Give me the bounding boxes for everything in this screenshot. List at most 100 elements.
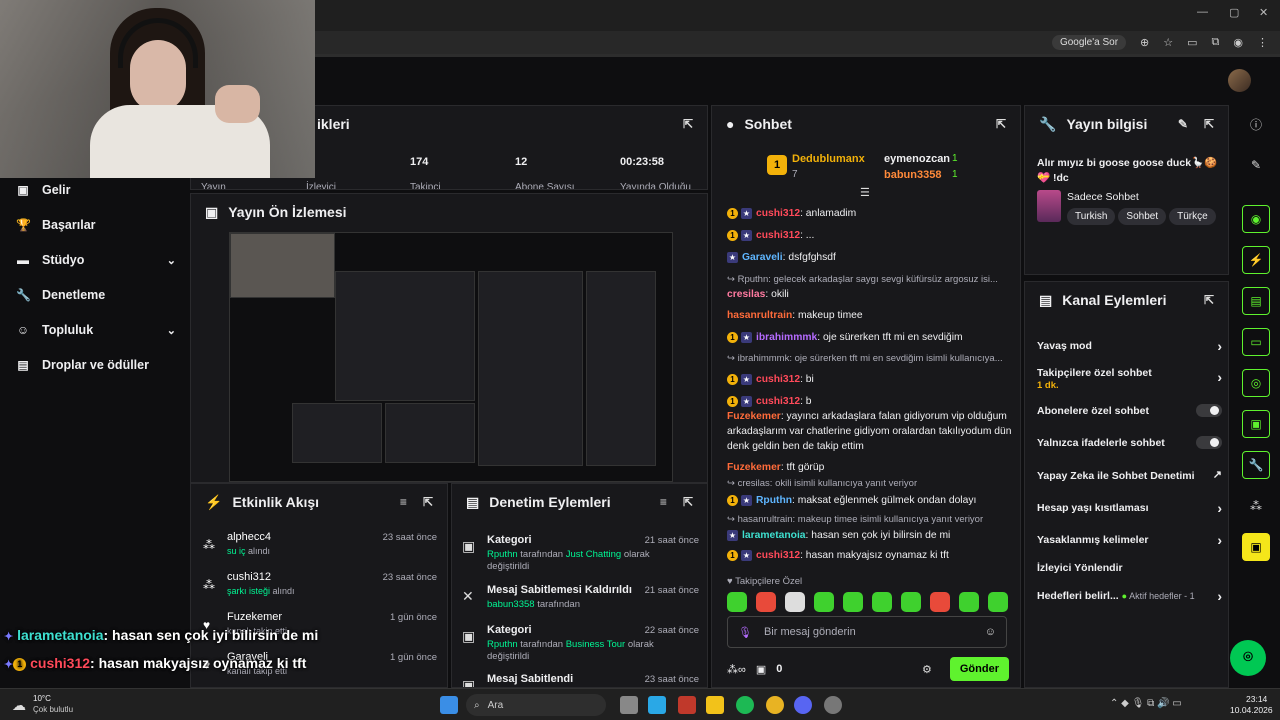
close-icon[interactable]: ✕ [1259, 6, 1268, 19]
profile-icon[interactable]: ◉ [1233, 36, 1243, 49]
tray-icons[interactable]: ⌃ ◆ 🎙 ⧉ 🔊 ▭ [1110, 698, 1182, 709]
chat-reply[interactable]: ↪ ibrahimmmk: oje sürerken tft mi en sev… [727, 351, 1012, 366]
tag[interactable]: Sohbet [1118, 208, 1167, 225]
chat-username[interactable]: cresilas [727, 289, 765, 300]
chat-message[interactable]: 1 ★ ibrahimmmk: oje sürerken tft mi en sev… [727, 330, 1012, 345]
subscribers-only-chat[interactable]: Abonelere özel sohbet [1037, 404, 1222, 417]
chat-username[interactable]: Rputhn [756, 495, 792, 506]
chat-reply[interactable]: ↪ cresilas: okili isimli kullanıcıya yan… [727, 476, 1012, 491]
emote-icon[interactable] [988, 592, 1008, 612]
emote-icon[interactable] [785, 592, 805, 612]
filter-icon[interactable]: ≡ [400, 495, 407, 509]
chat-message[interactable]: 1 ★ cushi312: bi [727, 372, 1012, 387]
windows-start-icon[interactable] [440, 696, 458, 714]
bolt-icon[interactable]: ⚡ [1242, 246, 1270, 274]
chat-username[interactable]: larametanoia [742, 530, 806, 541]
google-ask-button[interactable]: Google'a Sor [1051, 35, 1127, 50]
maximize-icon[interactable]: ▢ [1229, 6, 1239, 19]
app-extension-icon[interactable]: ▣ [1242, 533, 1270, 561]
user-avatar[interactable] [1228, 69, 1251, 92]
chat-username[interactable]: cushi312 [756, 374, 800, 385]
discord-icon[interactable] [794, 696, 812, 714]
chat-username[interactable]: cushi312 [756, 396, 800, 407]
sidebar-item-studio[interactable]: ▬ Stüdyo ⌄ [16, 253, 176, 267]
clip-icon[interactable]: ◉ [1242, 205, 1270, 233]
folder-icon[interactable] [706, 696, 724, 714]
emote-icon[interactable] [814, 592, 834, 612]
send-button[interactable]: Gönder [949, 657, 1009, 681]
chat-input[interactable]: 🎙 Bir mesaj gönderin ☺ [727, 616, 1007, 648]
followers-only-chat[interactable]: Takipçilere özel sohbet 1 dk. › [1037, 367, 1222, 391]
stream-preview-video[interactable] [229, 232, 673, 482]
emote-icon[interactable] [872, 592, 892, 612]
chat-message[interactable]: cresilas: okili [727, 287, 1012, 302]
notes-icon[interactable]: ▤ [1242, 287, 1270, 315]
popout-icon[interactable]: ⇱ [1204, 117, 1214, 131]
sidebar-item-revenue[interactable]: ▣ Gelir [16, 183, 176, 197]
banned-words[interactable]: Yasaklanmış kelimeler › [1037, 532, 1222, 548]
raid-viewers[interactable]: İzleyici Yönlendir [1037, 562, 1222, 574]
broadcast-icon[interactable]: ◎ [1242, 369, 1270, 397]
points-icon[interactable]: ⁂ [1242, 492, 1270, 520]
collapse-icon[interactable]: ☰ [860, 186, 870, 199]
emote-icon[interactable] [843, 592, 863, 612]
chat-message-list[interactable]: 1 ★ cushi312: anlamadim 1 ★ cushi312: ... ★ Gar… [712, 206, 1020, 576]
chat-icon[interactable]: ▭ [1242, 328, 1270, 356]
bookmark-star-icon[interactable]: ☆ [1163, 36, 1173, 49]
chat-username[interactable]: ibrahimmmk [756, 332, 817, 343]
popout-icon[interactable]: ⇱ [423, 495, 433, 509]
chrome-icon[interactable] [766, 696, 784, 714]
popout-icon[interactable]: ⇱ [1204, 293, 1214, 307]
chat-username[interactable]: Fuzekemer [727, 462, 781, 473]
filter-icon[interactable]: ≡ [660, 495, 667, 509]
microphone-icon[interactable]: 🎙 [738, 626, 752, 639]
chat-message[interactable]: ★ Garaveli: dsfgfghsdf [727, 250, 1012, 265]
cast-icon[interactable]: ▭ [1187, 36, 1197, 49]
gear-icon[interactable]: ⚙ [922, 663, 932, 676]
taskbar-search[interactable]: ⌕ Ara [466, 694, 606, 716]
app-icon[interactable] [678, 696, 696, 714]
popout-icon[interactable]: ⇱ [996, 117, 1006, 131]
chat-message[interactable]: 1 ★ cushi312: hasan makyajsız oynamaz ki t… [727, 548, 1012, 563]
reward-icon[interactable]: ▣ [756, 663, 766, 676]
chat-username[interactable]: cushi312 [756, 230, 800, 241]
zoom-icon[interactable]: ⊕ [1140, 36, 1149, 49]
sidebar-item-achievements[interactable]: 🏆 Başarılar [16, 218, 176, 232]
menu-dots-icon[interactable]: ⋮ [1257, 36, 1268, 49]
emote-icon[interactable] [959, 592, 979, 612]
spotify-icon[interactable] [736, 696, 754, 714]
minimize-icon[interactable]: — [1197, 6, 1208, 18]
slow-mode[interactable]: Yavaş mod › [1037, 338, 1222, 354]
chat-message[interactable]: Fuzekemer: tft görüp [727, 460, 1012, 475]
chat-username[interactable]: hasanrultrain [727, 310, 792, 321]
emote-icon[interactable] [756, 592, 776, 612]
edit-icon[interactable]: ✎ [1242, 151, 1270, 179]
task-view-icon[interactable] [620, 696, 638, 714]
emotes-only-chat[interactable]: Yalnızca ifadelerle sohbet [1037, 436, 1222, 449]
activity-item[interactable]: ⁂ cushi312 şarkı isteği alındı 23 saat ö… [191, 564, 447, 604]
channel-points-icon[interactable]: ⁂∞ [727, 663, 746, 676]
toggle-switch[interactable] [1196, 404, 1222, 417]
help-chat-button[interactable]: ⌾ [1230, 640, 1266, 676]
chat-leaderboard[interactable]: 1 Dedublumanx 7 eymenozcan 1 babun3358 1… [712, 146, 1020, 199]
obs-icon[interactable] [824, 696, 842, 714]
activity-item[interactable]: ⁂ alphecc4 su iç alındı 23 saat önce [191, 524, 447, 564]
emote-icon[interactable] [901, 592, 921, 612]
raid-icon[interactable]: ▣ [1242, 410, 1270, 438]
toggle-switch[interactable] [1196, 436, 1222, 449]
edit-icon[interactable]: ✎ [1178, 117, 1188, 131]
info-icon[interactable]: ⓘ [1242, 110, 1270, 138]
chat-message[interactable]: 1 ★ Rputhn: maksat eğlenmek gülmek ondan d… [727, 493, 1012, 508]
sidebar-item-moderation[interactable]: 🔧 Denetleme [16, 288, 176, 302]
ai-moderation[interactable]: Yapay Zeka ile Sohbet Denetimi ↗ [1037, 469, 1222, 482]
tag[interactable]: Türkçe [1169, 208, 1216, 225]
popout-icon[interactable]: ⇱ [683, 117, 693, 131]
wrench-icon[interactable]: 🔧 [1242, 451, 1270, 479]
chat-username[interactable]: cushi312 [756, 208, 800, 219]
extensions-icon[interactable]: ⧉ [1212, 36, 1220, 49]
category-thumbnail[interactable] [1037, 190, 1061, 222]
tag[interactable]: Turkish [1067, 208, 1116, 225]
account-age-restriction[interactable]: Hesap yaşı kısıtlaması › [1037, 500, 1222, 516]
chat-message[interactable]: hasanrultrain: makeup timee [727, 308, 1012, 323]
emote-icon[interactable] [727, 592, 747, 612]
